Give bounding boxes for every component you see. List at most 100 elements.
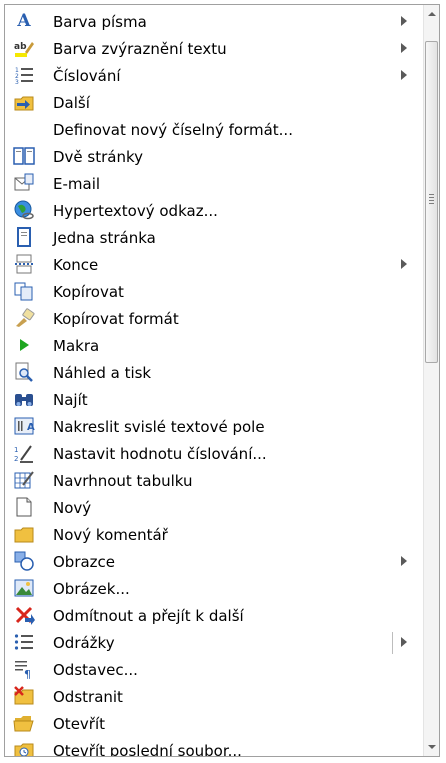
menu-item-label: Nový komentář bbox=[53, 526, 168, 544]
menu-item-label: Navrhnout tabulku bbox=[53, 472, 193, 490]
breaks-icon bbox=[13, 253, 35, 275]
menu-item[interactable]: Obrazce bbox=[5, 548, 423, 575]
menu-item-label: E-mail bbox=[53, 175, 101, 193]
menu-item-label: Kopírovat bbox=[53, 283, 124, 301]
submenu-arrow-icon[interactable] bbox=[401, 259, 407, 269]
menu-item[interactable]: Navrhnout tabulku bbox=[5, 467, 423, 494]
one-page-icon bbox=[13, 226, 35, 248]
shapes-icon bbox=[13, 550, 35, 572]
menu-item[interactable]: Konce bbox=[5, 251, 423, 278]
menu-item[interactable]: 1 2 3 Číslování bbox=[5, 62, 423, 89]
menu-item[interactable]: Kopírovat bbox=[5, 278, 423, 305]
binoculars-icon bbox=[13, 388, 35, 410]
menu-item[interactable]: Nový komentář bbox=[5, 521, 423, 548]
menu-item[interactable]: Odmítnout a přejít k další bbox=[5, 602, 423, 629]
menu-item-label: Barva písma bbox=[53, 13, 147, 31]
svg-text:¶: ¶ bbox=[24, 668, 31, 680]
menu-item[interactable]: A Barva písma bbox=[5, 8, 423, 35]
menu-item[interactable]: Odrážky bbox=[5, 629, 423, 656]
menu-item[interactable]: Odstranit bbox=[5, 683, 423, 710]
svg-text:A: A bbox=[27, 422, 35, 433]
picture-icon bbox=[13, 577, 35, 599]
menu-item[interactable]: Makra bbox=[5, 332, 423, 359]
new-document-icon bbox=[13, 496, 35, 518]
submenu-arrow-icon[interactable] bbox=[401, 43, 407, 53]
menu-item[interactable]: Kopírovat formát bbox=[5, 305, 423, 332]
menu-item[interactable]: Definovat nový číselný formát... bbox=[5, 116, 423, 143]
svg-text:3: 3 bbox=[15, 79, 19, 86]
svg-text:1: 1 bbox=[14, 446, 18, 454]
folder-next-icon bbox=[13, 91, 35, 113]
menu-item-label: Náhled a tisk bbox=[53, 364, 152, 382]
bullets-icon bbox=[13, 631, 35, 653]
copy-icon bbox=[13, 280, 35, 302]
svg-text:A: A bbox=[16, 11, 31, 31]
menu-item[interactable]: Otevřít poslední soubor... bbox=[5, 737, 423, 756]
hyperlink-globe-icon bbox=[13, 199, 35, 221]
submenu-arrow-icon[interactable] bbox=[401, 70, 407, 80]
menu-item[interactable]: Nový bbox=[5, 494, 423, 521]
command-list[interactable]: A Barva písma ab Barva zvýraznění textu 1 2 3 Č… bbox=[5, 5, 423, 756]
menu-item-label: Konce bbox=[53, 256, 99, 274]
menu-item-label: Kopírovat formát bbox=[53, 310, 179, 328]
menu-item-label: Barva zvýraznění textu bbox=[53, 40, 227, 58]
draw-table-icon bbox=[13, 469, 35, 491]
menu-item-label: Odmítnout a přejít k další bbox=[53, 607, 244, 625]
play-macro-icon bbox=[13, 334, 35, 356]
menu-item[interactable]: Najít bbox=[5, 386, 423, 413]
menu-item[interactable]: E-mail bbox=[5, 170, 423, 197]
menu-item-label: Odstranit bbox=[53, 688, 123, 706]
menu-item[interactable]: Další bbox=[5, 89, 423, 116]
menu-item-label: Definovat nový číselný formát... bbox=[53, 121, 293, 139]
svg-text:ab: ab bbox=[14, 42, 27, 52]
menu-item[interactable]: ¶ Odstavec... bbox=[5, 656, 423, 683]
format-painter-icon bbox=[13, 307, 35, 329]
print-preview-icon bbox=[13, 361, 35, 383]
submenu-arrow-icon[interactable] bbox=[401, 16, 407, 26]
set-numbering-icon: 12 bbox=[13, 442, 35, 464]
menu-item-label: Nový bbox=[53, 499, 92, 517]
paragraph-icon: ¶ bbox=[13, 658, 35, 680]
menu-item-label: Obrázek... bbox=[53, 580, 130, 598]
submenu-arrow-icon[interactable] bbox=[401, 556, 407, 566]
submenu-arrow-icon[interactable] bbox=[401, 637, 407, 647]
menu-item-label: Najít bbox=[53, 391, 88, 409]
menu-item-label: Nastavit hodnotu číslování... bbox=[53, 445, 267, 463]
vertical-textbox-icon: A bbox=[13, 415, 35, 437]
menu-item[interactable]: Dvě stránky bbox=[5, 143, 423, 170]
menu-item[interactable]: Otevřít bbox=[5, 710, 423, 737]
menu-item[interactable]: Obrázek... bbox=[5, 575, 423, 602]
delete-icon bbox=[13, 685, 35, 707]
menu-item[interactable]: Náhled a tisk bbox=[5, 359, 423, 386]
menu-item-label: Jedna stránka bbox=[53, 229, 156, 247]
menu-item-label: Nakreslit svislé textové pole bbox=[53, 418, 265, 436]
menu-item-label: Odstavec... bbox=[53, 661, 138, 679]
scroll-down-button[interactable] bbox=[424, 739, 439, 756]
menu-item[interactable]: Hypertextový odkaz... bbox=[5, 197, 423, 224]
numbering-icon: 123 bbox=[13, 64, 35, 86]
menu-item-label: Odrážky bbox=[53, 634, 115, 652]
menu-item[interactable]: ab Barva zvýraznění textu bbox=[5, 35, 423, 62]
scroll-thumb[interactable] bbox=[425, 41, 438, 363]
menu-item[interactable]: A Nakreslit svislé textové pole bbox=[5, 413, 423, 440]
menu-item-label: Číslování bbox=[53, 67, 121, 85]
menu-item[interactable]: 1 2 Nastavit hodnotu číslování... bbox=[5, 440, 423, 467]
menu-item-label: Makra bbox=[53, 337, 100, 355]
svg-text:2: 2 bbox=[14, 455, 18, 463]
menu-item-label: Dvě stránky bbox=[53, 148, 144, 166]
scroll-up-button[interactable] bbox=[424, 5, 439, 22]
new-comment-icon bbox=[13, 523, 35, 545]
vertical-scrollbar[interactable] bbox=[423, 5, 439, 756]
font-color-icon: A bbox=[13, 10, 35, 32]
scroll-grip-icon bbox=[429, 194, 434, 204]
menu-item[interactable]: Jedna stránka bbox=[5, 224, 423, 251]
reject-change-icon bbox=[13, 604, 35, 626]
menu-item-label: Otevřít poslední soubor... bbox=[53, 742, 242, 756]
menu-item-label: Otevřít bbox=[53, 715, 106, 733]
email-icon bbox=[13, 172, 35, 194]
two-pages-icon bbox=[13, 145, 35, 167]
recent-file-icon bbox=[13, 739, 35, 756]
split-separator bbox=[392, 632, 393, 654]
highlight-color-icon: ab bbox=[13, 37, 35, 59]
menu-item-label: Hypertextový odkaz... bbox=[53, 202, 218, 220]
